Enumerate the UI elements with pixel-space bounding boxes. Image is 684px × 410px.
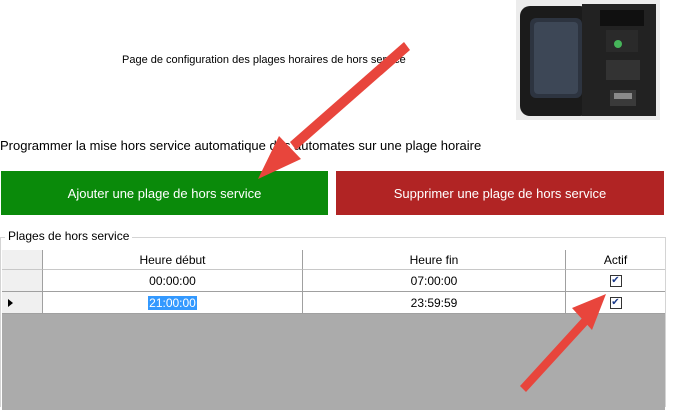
group-title: Plages de hors service [5,229,133,243]
ranges-table[interactable]: Heure début Heure fin Actif 00:00:00 07:… [2,250,665,410]
row-selector[interactable] [2,270,43,292]
page-title: Page de configuration des plages horaire… [122,54,406,66]
start-time-cell[interactable]: 21:00:00 [43,292,303,314]
add-range-button[interactable]: Ajouter une plage de hors service [1,171,328,215]
column-header-end[interactable]: Heure fin [303,250,566,270]
end-time-cell[interactable]: 23:59:59 [303,292,566,314]
start-time-cell[interactable]: 00:00:00 [43,270,303,292]
payment-terminal-image [516,0,660,120]
start-time-value[interactable]: 21:00:00 [148,295,197,310]
active-cell: ✔ [566,292,665,314]
active-cell: ✔ [566,270,665,292]
intro-text: Programmer la mise hors service automati… [0,138,482,153]
table-header: Heure début Heure fin Actif [2,250,665,270]
end-time-cell[interactable]: 07:00:00 [303,270,566,292]
row-selector-header [2,250,43,270]
delete-range-button[interactable]: Supprimer une plage de hors service [336,171,664,215]
table-row[interactable]: 00:00:00 07:00:00 ✔ [2,270,665,292]
active-checkbox[interactable]: ✔ [609,274,622,287]
column-header-start[interactable]: Heure début [43,250,303,270]
row-selector[interactable] [2,292,43,314]
ranges-group: Plages de hors service Heure début Heure… [0,229,666,410]
current-row-icon [8,298,13,307]
column-header-active[interactable]: Actif [566,250,665,270]
table-row[interactable]: 21:00:00 23:59:59 ✔ [2,292,665,314]
active-checkbox[interactable]: ✔ [609,296,622,309]
